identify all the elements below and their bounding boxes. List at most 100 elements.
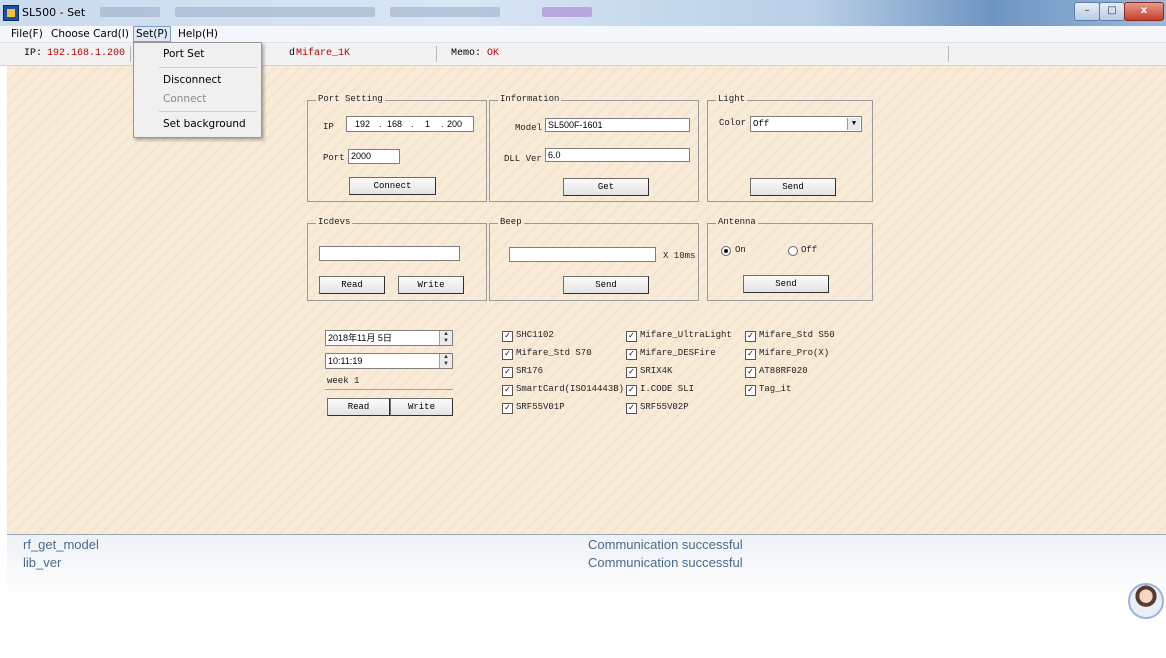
card-type-label: Mifare_Std S50 [759, 330, 835, 340]
color-label: Color [719, 118, 747, 128]
card-type-checkbox[interactable]: ✓ [502, 403, 513, 414]
menu-file[interactable]: File(F) [9, 27, 45, 41]
ip-dot: . [441, 119, 444, 129]
card-type-label: I.CODE SLI [640, 384, 695, 394]
separator [948, 46, 949, 62]
card-type-checkbox[interactable]: ✓ [626, 385, 637, 396]
log-status-2: Communication successful [588, 555, 743, 570]
separator [130, 46, 131, 62]
minimize-button[interactable]: – [1074, 2, 1100, 21]
window-title: SL500 - Set [22, 6, 86, 19]
card-type-checkbox[interactable]: ✓ [626, 349, 637, 360]
ip-octet-4: 200 [447, 119, 463, 129]
icdevs-group: Icdevs Read Write [307, 217, 487, 301]
date-picker[interactable]: 2018年11月 5日 ▲ ▼ [325, 330, 453, 346]
antenna-off-radio[interactable] [788, 246, 798, 256]
connect-button[interactable]: Connect [349, 177, 436, 195]
assistant-avatar-icon[interactable] [1128, 583, 1164, 619]
ip-dot: . [411, 119, 414, 129]
light-title: Light [716, 94, 748, 104]
menu-separator [159, 111, 257, 112]
antenna-off-label: Off [801, 245, 818, 255]
menu-set[interactable]: Set(P) [133, 26, 171, 42]
get-button[interactable]: Get [563, 178, 649, 196]
time-spinner-icon[interactable]: ▲ ▼ [439, 354, 452, 368]
menu-item-disconnect[interactable]: Disconnect [163, 74, 221, 86]
week-underline [325, 389, 453, 390]
card-type-checkbox[interactable]: ✓ [502, 349, 513, 360]
card-type-label: SHC1102 [516, 330, 554, 340]
card-type-checkbox[interactable]: ✓ [745, 349, 756, 360]
beep-unit-label: X 10ms [663, 251, 696, 261]
dll-ver-label: DLL Ver [504, 154, 542, 164]
color-select-value: Off [753, 119, 770, 129]
ip-octet-3: 1 [425, 119, 431, 129]
datetime-read-button[interactable]: Read [327, 398, 390, 416]
beep-duration-input[interactable] [509, 247, 656, 262]
antenna-send-button[interactable]: Send [743, 275, 829, 293]
log-func-1: rf_get_model [23, 537, 99, 552]
icdevs-read-button[interactable]: Read [319, 276, 385, 294]
menu-bar: File(F) Choose Card(I) Set(P) Help(H) [0, 26, 1166, 43]
time-picker[interactable]: 10:11:19 ▲ ▼ [325, 353, 453, 369]
icdevs-input[interactable] [319, 246, 460, 261]
antenna-group: Antenna On Off Send [707, 217, 873, 301]
port-field-label: Port [323, 153, 345, 163]
card-type-label: Mifare_UltraLight [640, 330, 732, 340]
title-bar: SL500 - Set – □ x [0, 0, 1166, 26]
datetime-write-button[interactable]: Write [390, 398, 453, 416]
card-type-label: SR176 [516, 366, 544, 376]
card-type-checkbox[interactable]: ✓ [626, 403, 637, 414]
icdevs-title: Icdevs [316, 217, 353, 227]
close-button[interactable]: x [1124, 2, 1164, 21]
information-title: Information [498, 94, 562, 104]
light-send-button[interactable]: Send [750, 178, 836, 196]
log-panel: rf_get_model Communication successful li… [7, 534, 1166, 658]
menu-item-set-background[interactable]: Set background [163, 118, 246, 130]
antenna-on-radio[interactable] [721, 246, 731, 256]
icdevs-write-button[interactable]: Write [398, 276, 464, 294]
card-type-checkbox[interactable]: ✓ [502, 385, 513, 396]
ip-octet-2: 168 [387, 119, 403, 129]
card-value: Mifare_1K [296, 48, 351, 59]
ip-label: IP: [24, 48, 43, 59]
color-select[interactable]: Off ▼ [750, 116, 862, 132]
card-type-checkbox[interactable]: ✓ [745, 367, 756, 378]
card-type-checkbox[interactable]: ✓ [745, 331, 756, 342]
port-input[interactable]: 2000 [348, 149, 400, 164]
card-label: d [289, 48, 296, 59]
card-type-checkbox[interactable]: ✓ [502, 367, 513, 378]
card-type-label: Mifare_Std S70 [516, 348, 592, 358]
beep-send-button[interactable]: Send [563, 276, 649, 294]
chevron-down-icon: ▼ [847, 118, 860, 130]
card-type-label: SRF55V02P [640, 402, 689, 412]
card-type-label: Mifare_DESFire [640, 348, 716, 358]
dll-ver-input[interactable]: 6.0 [545, 148, 690, 162]
light-group: Light Color Off ▼ Send [707, 94, 873, 202]
log-func-2: lib_ver [23, 555, 62, 570]
beep-title: Beep [498, 217, 524, 227]
card-type-checkbox[interactable]: ✓ [745, 385, 756, 396]
separator [436, 46, 437, 62]
port-setting-group: Port Setting IP 192 . 168 . 1 . 200 Port… [307, 94, 487, 202]
menu-choose-card[interactable]: Choose Card(I) [49, 27, 131, 41]
date-value: 2018年11月 5日 [328, 333, 392, 343]
ip-dot: . [379, 119, 382, 129]
ip-address-input[interactable]: 192 . 168 . 1 . 200 [346, 116, 474, 132]
date-spinner-icon[interactable]: ▲ ▼ [439, 331, 452, 345]
information-group: Information Model SL500F-1601 DLL Ver 6.… [489, 94, 699, 202]
menu-help[interactable]: Help(H) [176, 27, 220, 41]
maximize-button[interactable]: □ [1099, 2, 1125, 21]
log-status-1: Communication successful [588, 537, 743, 552]
set-menu-dropdown: Port Set Disconnect Connect Set backgrou… [133, 42, 262, 138]
menu-item-port-set[interactable]: Port Set [163, 48, 204, 60]
menu-item-connect: Connect [163, 93, 207, 105]
card-type-checkbox[interactable]: ✓ [626, 331, 637, 342]
taskbar-blur [542, 7, 592, 17]
card-type-checkbox[interactable]: ✓ [626, 367, 637, 378]
card-type-checkbox[interactable]: ✓ [502, 331, 513, 342]
card-type-label: Mifare_Pro(X) [759, 348, 830, 358]
model-input[interactable]: SL500F-1601 [545, 118, 690, 132]
app-icon [3, 5, 19, 21]
card-type-label: AT88RF020 [759, 366, 808, 376]
